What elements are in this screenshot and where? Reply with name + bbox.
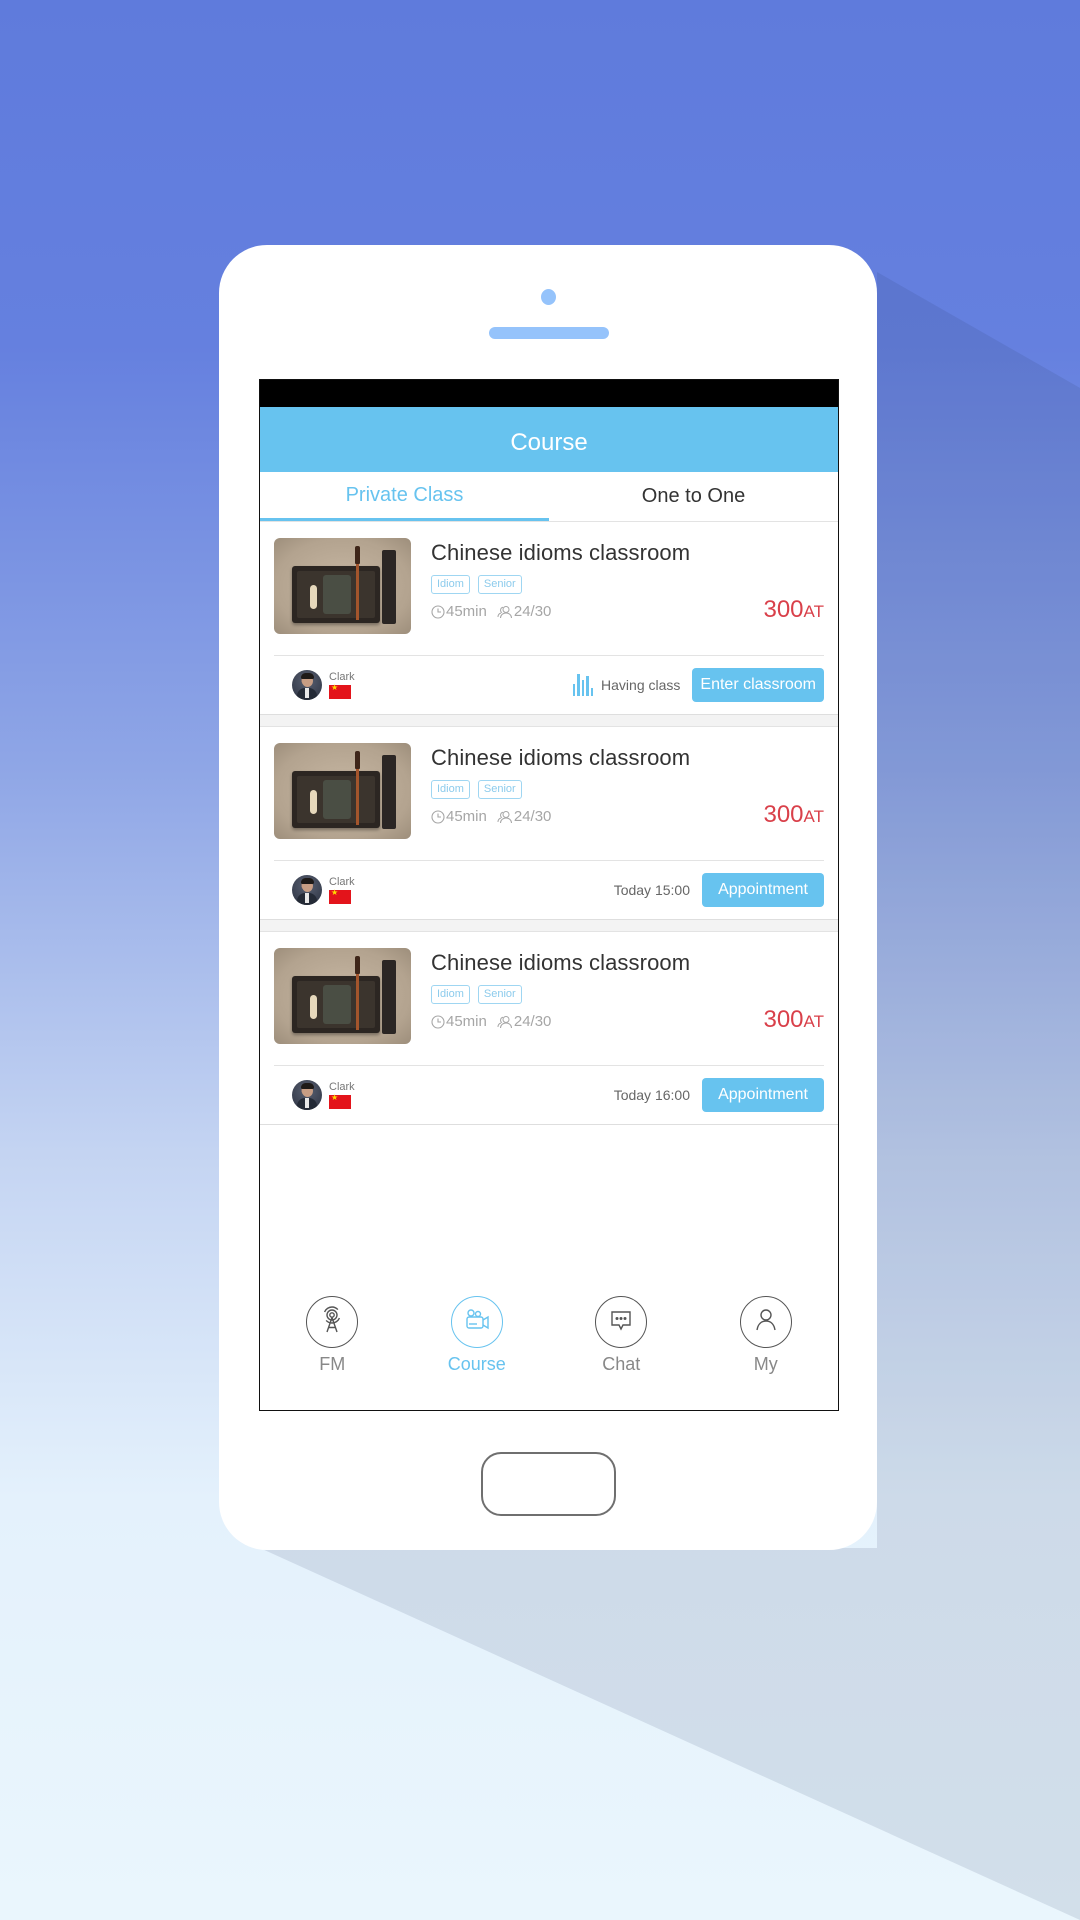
- video-camera-icon: [462, 1305, 492, 1340]
- course-duration: 45min: [446, 1013, 487, 1030]
- tab-one-to-one[interactable]: One to One: [549, 472, 838, 521]
- nav-label: My: [753, 1354, 778, 1374]
- nav-item-course[interactable]: Course: [405, 1296, 550, 1386]
- schedule-time: Today 16:00: [613, 1087, 690, 1103]
- radio-tower-icon: [317, 1305, 347, 1340]
- chat-bubble-icon: [606, 1305, 636, 1340]
- live-status: Having class: [572, 674, 681, 696]
- clock-icon: [431, 605, 445, 619]
- course-card[interactable]: Chinese idioms classroom Idiom Senior 45…: [260, 522, 838, 715]
- nav-label: FM: [319, 1354, 346, 1374]
- china-flag-icon: [329, 1093, 351, 1109]
- people-icon: [497, 1015, 513, 1029]
- nav-item-fm[interactable]: FM: [260, 1296, 405, 1386]
- china-flag-icon: [329, 888, 351, 904]
- live-bars-icon: [572, 674, 594, 696]
- course-title: Chinese idioms classroom: [431, 540, 691, 565]
- china-flag-icon: [329, 683, 351, 699]
- people-icon: [497, 810, 513, 824]
- course-title: Chinese idioms classroom: [431, 745, 691, 770]
- teacher-name: Clark: [329, 1081, 355, 1093]
- course-duration: 45min: [446, 808, 487, 825]
- phone-screen: Course Private Class One to One Chinese …: [259, 379, 839, 1411]
- course-duration: 45min: [446, 603, 487, 620]
- nav-label: Chat: [602, 1354, 641, 1374]
- nav-item-my[interactable]: My: [694, 1296, 839, 1386]
- tab-label: One to One: [641, 485, 746, 507]
- page-title: Course: [510, 428, 588, 456]
- tab-label: Private Class: [345, 483, 464, 506]
- clock-icon: [431, 810, 445, 824]
- phone-home-button[interactable]: [481, 1452, 616, 1516]
- course-card[interactable]: Chinese idioms classroom Idiom Senior 45…: [260, 932, 838, 1125]
- course-card[interactable]: Chinese idioms classroom Idiom Senior 45…: [260, 727, 838, 920]
- course-tag: Idiom: [431, 780, 470, 799]
- teacher-avatar[interactable]: [292, 875, 322, 905]
- tab-private-class[interactable]: Private Class: [260, 472, 549, 521]
- course-enrolled: 24/30: [513, 603, 552, 620]
- course-enrolled: 24/30: [513, 808, 552, 825]
- nav-item-chat[interactable]: Chat: [549, 1296, 694, 1386]
- course-tag: Idiom: [431, 985, 470, 1004]
- price-value: 300: [763, 1006, 804, 1033]
- price-currency: AT: [803, 807, 824, 826]
- course-price: 300AT: [763, 596, 824, 624]
- status-text: Having class: [601, 677, 681, 693]
- course-tag: Senior: [477, 575, 522, 594]
- nav-label: Course: [447, 1354, 506, 1374]
- app-bar: Course: [260, 407, 838, 472]
- card-separator: [260, 920, 838, 932]
- tab-bar: Private Class One to One: [260, 472, 838, 522]
- teacher-name: Clark: [329, 876, 355, 888]
- course-tag: Idiom: [431, 575, 470, 594]
- status-bar: [260, 380, 838, 407]
- teacher-avatar[interactable]: [292, 670, 322, 700]
- schedule-time: Today 15:00: [613, 882, 690, 898]
- price-value: 300: [763, 801, 804, 828]
- clock-icon: [431, 1015, 445, 1029]
- course-price: 300AT: [763, 801, 824, 829]
- course-enrolled: 24/30: [513, 1013, 552, 1030]
- course-thumbnail: [274, 948, 411, 1044]
- price-value: 300: [763, 596, 804, 623]
- phone-camera: [541, 289, 556, 305]
- course-tag: Senior: [477, 985, 522, 1004]
- teacher-name: Clark: [329, 671, 355, 683]
- enter-classroom-button[interactable]: Enter classroom: [692, 668, 824, 702]
- course-tag: Senior: [477, 780, 522, 799]
- price-currency: AT: [803, 602, 824, 621]
- course-title: Chinese idioms classroom: [431, 950, 691, 975]
- appointment-button[interactable]: Appointment: [702, 873, 824, 907]
- course-price: 300AT: [763, 1006, 824, 1034]
- teacher-avatar[interactable]: [292, 1080, 322, 1110]
- people-icon: [497, 605, 513, 619]
- appointment-button[interactable]: Appointment: [702, 1078, 824, 1112]
- course-thumbnail: [274, 743, 411, 839]
- user-icon: [751, 1305, 781, 1340]
- card-separator: [260, 715, 838, 727]
- course-thumbnail: [274, 538, 411, 634]
- bottom-nav: FM Course Chat My: [260, 1296, 838, 1386]
- phone-speaker: [489, 327, 609, 339]
- price-currency: AT: [803, 1012, 824, 1031]
